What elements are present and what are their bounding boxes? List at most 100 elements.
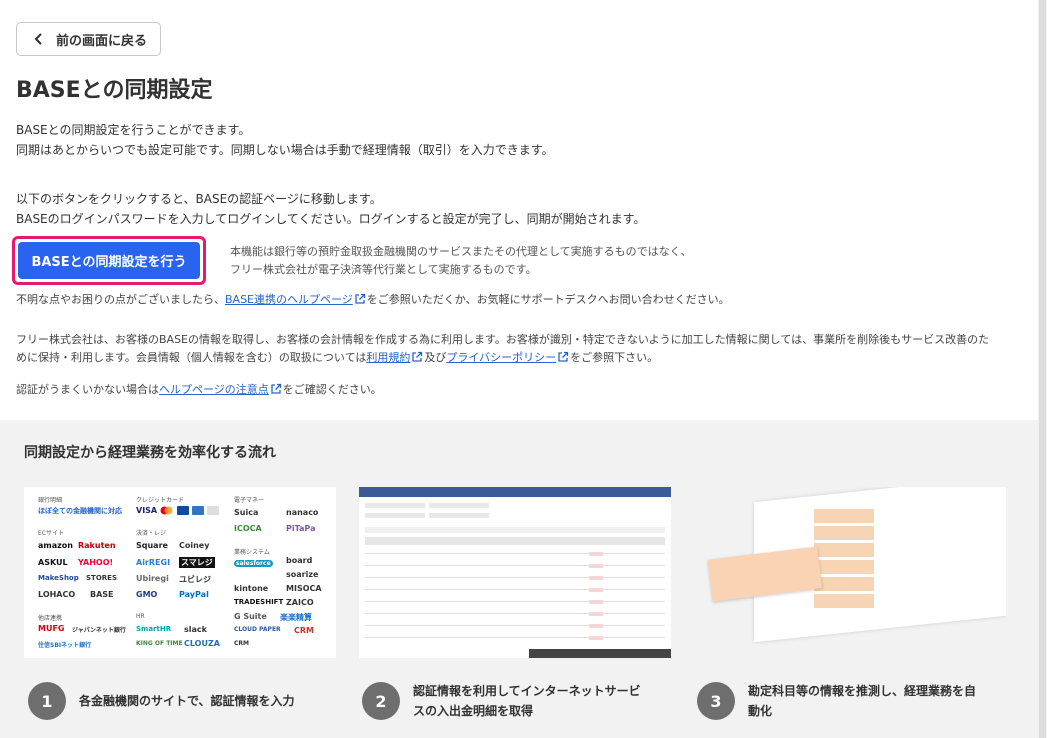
logo-category-hr: HR	[136, 613, 145, 620]
logo-airregi: AirREGI	[136, 558, 171, 567]
instruction-line-2: BASEのログインパスワードを入力してログインしてください。ログインすると設定が…	[16, 212, 646, 226]
external-link-icon	[354, 292, 366, 304]
logo-visa: VISA	[136, 506, 158, 515]
logo-board: board	[286, 556, 313, 565]
logo-cloudpaper: CLOUD PAPER	[234, 626, 281, 633]
help-page-link[interactable]: BASE連携のヘルプページ	[225, 293, 353, 306]
logo-gsuite: G Suite	[234, 612, 267, 621]
help-note-text-after: をご参照いただくか、お気軽にサポートデスクへお問い合わせください。	[366, 293, 730, 306]
logo-misoca: MISOCA	[286, 584, 322, 593]
logo-sbi: 住信SBIネット銀行	[38, 642, 92, 649]
logo-kintone: kintone	[234, 584, 269, 593]
privacy-line-1: フリー株式会社は、お客様のBASEの情報を取得し、お客様の会計情報を作成する為に…	[16, 333, 990, 346]
logo-smarthr: SmartHR	[136, 625, 172, 633]
cta-highlight: BASEとの同期設定を行う	[12, 236, 206, 285]
step-text-line-1: 勘定科目等の情報を推測し、経理業務を自	[748, 684, 977, 698]
logo-suica: Suica	[234, 508, 259, 517]
logo-clouza: CLOUZA	[184, 639, 220, 648]
logo-stores: STORES	[86, 574, 117, 582]
logo-crm: CRM	[234, 640, 249, 647]
privacy-text: めに保持・利用します。会員情報（個人情報を含む）の取扱については	[16, 351, 367, 364]
flow-step-3: 3 勘定科目等の情報を推測し、経理業務を自 動化	[697, 682, 976, 721]
logo-base: BASE	[90, 590, 114, 599]
logo-coiney: Coiney	[179, 541, 210, 550]
logo-crm-mate: CRM	[294, 626, 314, 635]
step-text: 各金融機関のサイトで、認証情報を入力	[79, 694, 295, 708]
logo-jcb	[177, 506, 189, 515]
sync-setup-button[interactable]: BASEとの同期設定を行う	[18, 242, 200, 279]
auth-note: 認証がうまくいかない場合はヘルプページの注意点 をご確認ください。	[16, 380, 382, 399]
logo-soarize: soarize	[286, 570, 319, 579]
logo-askul: ASKUL	[38, 558, 68, 567]
logo-rakuten: Rakuten	[78, 541, 116, 550]
privacy-text-after: をご参照下さい。	[570, 351, 659, 364]
external-link-icon	[270, 382, 282, 394]
logo-nanaco: nanaco	[286, 508, 319, 517]
auth-note-text: 認証がうまくいかない場合は	[16, 383, 159, 396]
service-logos-image: 銀行明細 ほぼ全ての金融機関に対応 クレジットカード VISA 電子マネー Su…	[24, 487, 336, 658]
logo-mastercard	[160, 506, 173, 515]
disclaimer: 本機能は銀行等の預貯金取扱金融機関のサービスまたその代理として実施するものではな…	[230, 243, 692, 279]
step-number: 2	[362, 682, 400, 720]
auth-note-text-after: をご確認ください。	[282, 383, 382, 396]
logo-mufg: MUFG	[38, 624, 65, 633]
logo-japannet: ジャパンネット銀行	[72, 627, 126, 634]
external-link-icon	[557, 350, 569, 362]
logo-kingoftime: KING OF TIME	[136, 640, 183, 647]
step-number: 1	[28, 682, 66, 720]
mock-app-header	[359, 487, 671, 497]
help-note-text: 不明な点やお困りの点がございましたら、	[16, 293, 225, 306]
intro-line-2: 同期はあとからいつでも設定可能です。同期しない場合は手動で経理情報（取引）を入力…	[16, 143, 554, 157]
step-text-line-2: 動化	[748, 704, 773, 718]
transactions-screenshot-image	[359, 487, 671, 658]
intro-line-1: BASEとの同期設定を行うことができます。	[16, 123, 251, 137]
step-text-line-2: スの入出金明細を取得	[413, 704, 534, 718]
flow-section: 同期設定から経理業務を効率化する流れ 銀行明細 ほぼ全ての金融機関に対応 クレジ…	[0, 420, 1038, 738]
logo-amazon: amazon	[38, 541, 73, 550]
logo-amex	[192, 506, 204, 515]
back-button[interactable]: 前の画面に戻る	[16, 22, 161, 56]
chevron-left-icon	[30, 30, 48, 48]
logo-card	[207, 506, 219, 515]
logo-salesforce: salesforce	[234, 560, 273, 567]
logo-icoca: ICOCA	[234, 524, 262, 533]
logo-paypal: PayPal	[179, 590, 209, 599]
privacy-text-middle: 及び	[424, 351, 447, 364]
privacy-line-2: めに保持・利用します。会員情報（個人情報を含む）の取扱については利用規約 及びプラ…	[16, 348, 658, 367]
flow-step-2: 2 認証情報を利用してインターネットサービ スの入出金明細を取得	[362, 682, 641, 721]
logo-slack: slack	[184, 625, 207, 634]
logo-category-business: 業務システム	[234, 549, 270, 556]
flow-step-1: 1 各金融機関のサイトで、認証情報を入力	[28, 682, 295, 720]
logo-category-securities: 他店連携	[38, 615, 63, 622]
logo-yubiregi: ユビレジ	[179, 575, 211, 584]
logo-category-emoney: 電子マネー	[234, 497, 265, 504]
logo-category-credit: クレジットカード	[136, 497, 185, 504]
logo-lohaco: LOHACO	[38, 590, 76, 599]
logo-category-ec: ECサイト	[38, 530, 64, 537]
help-caution-link[interactable]: ヘルプページの注意点	[159, 383, 269, 396]
logo-gmo: GMO	[136, 590, 158, 599]
privacy-policy-link[interactable]: プライバシーポリシー	[446, 351, 556, 364]
logo-category-bank-sub: ほぼ全ての金融機関に対応	[38, 507, 122, 515]
settings-content: 前の画面に戻る BASEとの同期設定 BASEとの同期設定を行うことができます。…	[0, 0, 1038, 420]
logo-category-payment: 決済・レジ	[136, 530, 167, 537]
disclaimer-line-2: フリー株式会社が電子決済等代行業として実施するものです。	[230, 263, 537, 276]
logo-tradeshift: TRADESHIFT	[234, 598, 284, 606]
help-note: 不明な点やお困りの点がございましたら、BASE連携のヘルプページ をご参照いただく…	[16, 290, 730, 309]
logo-ubiregi: Ubiregi	[136, 574, 169, 583]
step-number: 3	[697, 682, 735, 720]
logo-makeshop: MakeShop	[38, 574, 79, 582]
flow-section-title: 同期設定から経理業務を効率化する流れ	[24, 445, 276, 461]
logo-square: Square	[136, 541, 168, 550]
instruction-line-1: 以下のボタンをクリックすると、BASEの認証ページに移動します。	[16, 192, 382, 206]
logo-yahoo: YAHOO!	[78, 558, 114, 567]
logo-pitapa: PiTaPa	[286, 524, 316, 533]
step-text-line-1: 認証情報を利用してインターネットサービ	[413, 684, 641, 698]
account-prediction-image	[694, 487, 1006, 658]
logo-zaico: ZAICO	[286, 598, 314, 607]
logo-rakuraku: 楽楽精算	[280, 613, 312, 622]
terms-link[interactable]: 利用規約	[366, 351, 410, 364]
scrollbar-thumb[interactable]	[1039, 0, 1046, 738]
logo-category-bank: 銀行明細	[38, 497, 63, 504]
back-button-label: 前の画面に戻る	[56, 33, 148, 49]
